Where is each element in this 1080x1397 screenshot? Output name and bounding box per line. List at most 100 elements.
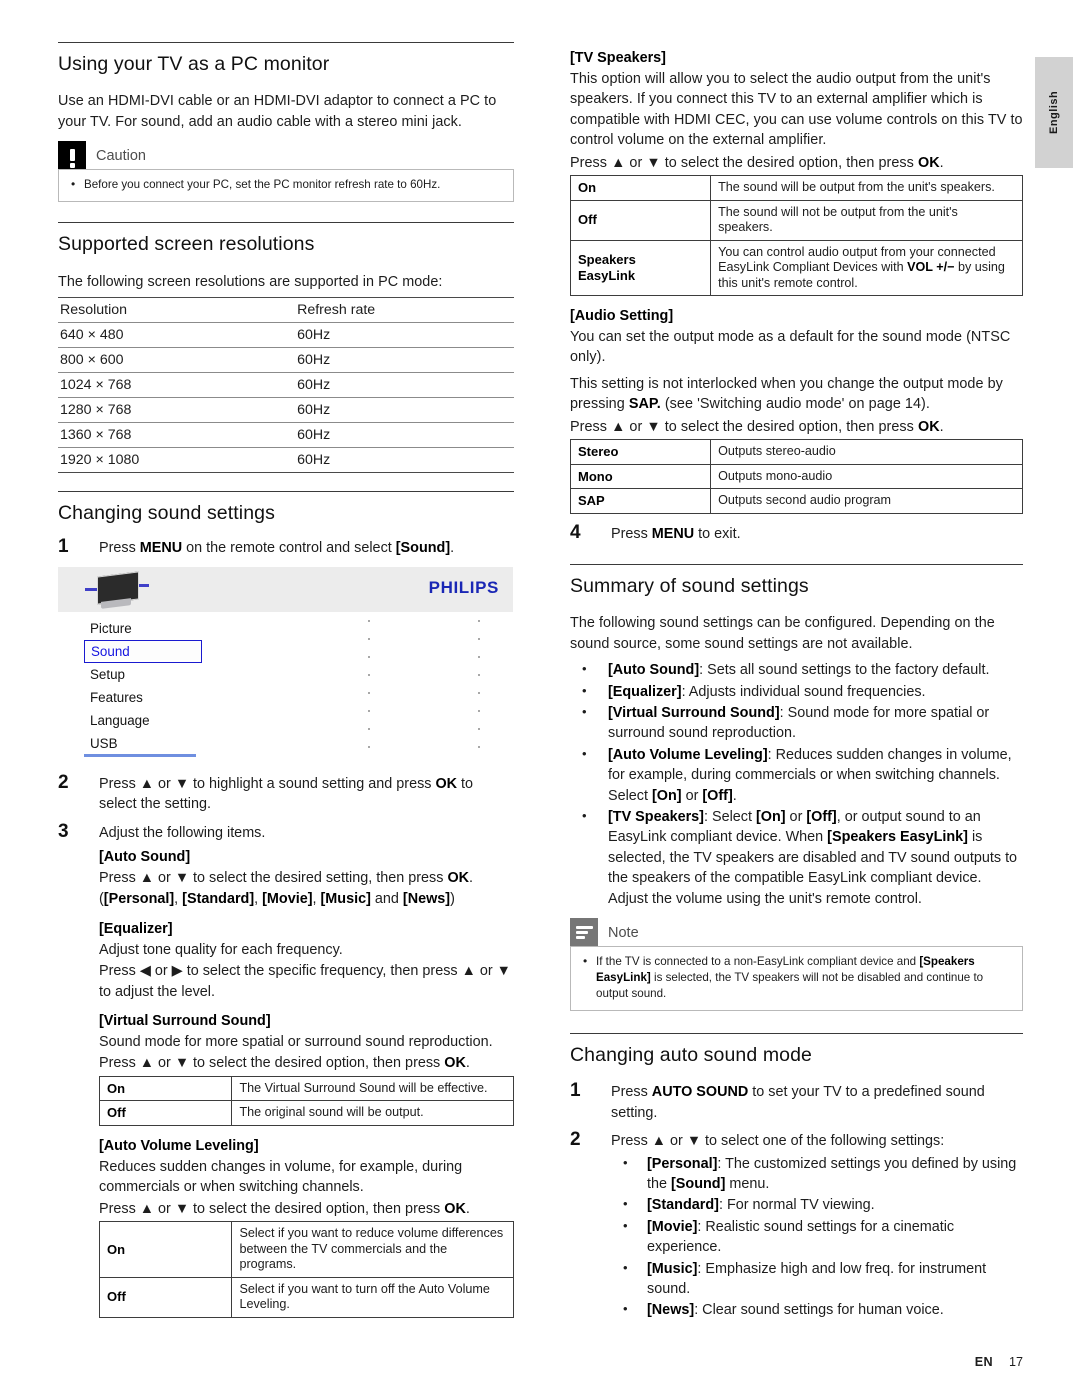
step-2-text: Press ▲ or ▼ to highlight a sound settin… (99, 775, 474, 813)
table-row: 1280 × 768 60Hz (58, 397, 514, 423)
option-key-speakers-easylink: Speakers EasyLink (569, 239, 712, 297)
option-desc: Select if you want to turn off the Auto … (231, 1276, 514, 1318)
cell-resolution: 1280 × 768 (58, 397, 296, 423)
table-header-row: Resolution Refresh rate (58, 296, 514, 323)
list-item: [Virtual Surround Sound]: Sound mode for… (570, 702, 1023, 744)
bullet-term: [Personal] (647, 1155, 718, 1172)
bullet-term: [Auto Volume Leveling] (608, 746, 768, 763)
divider-resolutions (58, 222, 514, 224)
divider-changing-sound (58, 490, 514, 492)
auto-sound-line-2: ([Personal], [Standard], [Movie], [Music… (99, 891, 455, 908)
audio-setting-paragraph-1: You can set the output mode as a default… (570, 329, 1011, 366)
page-footer: EN 17 (0, 1355, 1080, 1369)
table-row: On The Virtual Surround Sound will be eff… (98, 1075, 514, 1102)
language-tab: English (1035, 57, 1073, 168)
cell-refresh-rate: 60Hz (295, 322, 514, 348)
table-row: 640 × 480 60Hz (58, 322, 514, 348)
bullet-term: [Standard] (647, 1197, 719, 1214)
summary-bullet-list: [Auto Sound]: Sets all sound settings to… (570, 659, 1023, 909)
bullet-term: [Auto Sound] (608, 662, 700, 679)
osd-menu-item-sound[interactable]: Sound (84, 639, 202, 663)
list-item: [Equalizer]: Adjusts individual sound fr… (570, 681, 1023, 702)
virtual-surround-line-1: Sound mode for more spatial or surround … (99, 1034, 493, 1050)
auto-mode-step-1-number: 1 (570, 1080, 581, 1102)
avl-line-2: Press ▲ or ▼ to select the desired optio… (99, 1200, 470, 1217)
virtual-surround-line-2: Press ▲ or ▼ to select the desired optio… (99, 1055, 470, 1072)
option-desc: Select if you want to reduce volume diff… (231, 1221, 514, 1278)
auto-mode-step-2-number: 2 (570, 1129, 581, 1151)
heading-resolutions: Supported screen resolutions (58, 233, 315, 256)
note-lines-icon (570, 918, 598, 947)
note-panel: Note If the TV is connected to a non-Eas… (570, 918, 1023, 1012)
table-row: On The sound will be output from the uni… (569, 175, 1023, 201)
osd-menu-list: Picture Sound Setup Features Language USB (84, 617, 202, 755)
table-row: 1024 × 768 60Hz (58, 372, 514, 398)
option-desc-off: The sound will not be output from the un… (710, 199, 1023, 241)
item-label-virtual-surround: [Virtual Surround Sound] (99, 1013, 271, 1029)
osd-menu-item-features[interactable]: Features (84, 686, 202, 709)
caution-item: Before you connect your PC, set the PC m… (69, 176, 503, 193)
option-desc: The Virtual Surround Sound will be effec… (231, 1075, 514, 1102)
audio-setting-press-line: Press ▲ or ▼ to select the desired optio… (570, 418, 944, 435)
exclamation-icon (58, 141, 86, 170)
option-desc: The original sound will be output. (231, 1100, 514, 1126)
divider-summary (570, 563, 1023, 565)
tv-speakers-press-line: Press ▲ or ▼ to select the desired optio… (570, 154, 944, 171)
cell-refresh-rate: 60Hz (295, 397, 514, 423)
step-4-number: 4 (570, 521, 581, 543)
auto-sound-line-1: Press ▲ or ▼ to select the desired setti… (99, 869, 474, 886)
menu-target-sound: [Sound] (395, 540, 451, 557)
avl-line-1: Reduces sudden changes in volume, for ex… (99, 1158, 463, 1196)
audio-setting-paragraph-2: This setting is not interlocked when you… (570, 375, 1003, 413)
paragraph-pc-monitor: Use an HDMI-DVI cable or an HDMI-DVI ada… (58, 93, 497, 130)
caution-body: Before you connect your PC, set the PC m… (58, 169, 514, 203)
table-row: Speakers EasyLink You can control audio o… (569, 239, 1023, 297)
audio-setting-options-table: Stereo Outputs stereo-audio Mono Outputs mo… (569, 439, 1023, 514)
list-item: [Standard]: For normal TV viewing. (611, 1194, 1023, 1215)
equalizer-line-2: Press ◀ or ▶ to select the specific freq… (99, 963, 511, 1000)
heading-summary: Summary of sound settings (570, 574, 809, 597)
list-item: [TV Speakers]: Select [On] or [Off], or … (570, 806, 1023, 909)
key-sap: SAP. (628, 396, 661, 413)
auto-mode-step-1-text: Press AUTO SOUND to set your TV to a pre… (611, 1084, 985, 1121)
item-label-audio-setting: [Audio Setting] (570, 308, 674, 325)
step-2: 2 Press ▲ or ▼ to highlight a sound sett… (58, 771, 514, 815)
table-row: Stereo Outputs stereo-audio (569, 439, 1023, 465)
step-3-text: Adjust the following items. (99, 824, 266, 841)
cell-resolution: 1920 × 1080 (58, 447, 296, 473)
virtual-surround-options-table: On The Virtual Surround Sound will be eff… (98, 1075, 514, 1126)
cell-refresh-rate: 60Hz (295, 372, 514, 398)
heading-changing-sound: Changing sound settings (58, 501, 275, 524)
table-row: Off The original sound will be output. (98, 1100, 514, 1126)
list-item: [Personal]: The customized settings you … (611, 1153, 1023, 1195)
option-key: On (98, 1075, 233, 1102)
table-row: 1920 × 1080 60Hz (58, 447, 514, 473)
step-1: 1 Press MENU on the remote control and s… (58, 536, 514, 558)
bullet-term: [Movie] (647, 1218, 698, 1235)
item-label-tv-speakers: [TV Speakers] (570, 50, 666, 66)
summary-intro: The following sound settings can be conf… (570, 615, 995, 652)
osd-menu-item-language[interactable]: Language (84, 709, 202, 732)
osd-menu-item-usb[interactable]: USB (84, 732, 202, 755)
step-1-number: 1 (58, 536, 69, 558)
key-vol: VOL +/− (907, 260, 955, 275)
footer-page-number: 17 (1008, 1355, 1023, 1369)
cell-resolution: 1360 × 768 (58, 422, 296, 448)
osd-menu-item-setup[interactable]: Setup (84, 663, 202, 686)
cell-resolution: 1024 × 768 (58, 372, 296, 398)
step-2-number: 2 (58, 771, 69, 793)
tv-osd-screenshot: PHILIPS Picture Sound Setup Features Languag… (58, 566, 513, 758)
item-label-auto-sound: [Auto Sound] (99, 848, 191, 865)
auto-mode-step-2: 2 Press ▲ or ▼ to select one of the foll… (570, 1129, 1023, 1151)
item-label-auto-volume-leveling: [Auto Volume Leveling] (99, 1137, 259, 1154)
caution-panel: Caution Before you connect your PC, set … (58, 141, 514, 203)
key-menu: MENU (139, 540, 183, 557)
note-title: Note (608, 925, 639, 942)
osd-menu-item-picture[interactable]: Picture (84, 617, 202, 640)
osd-menu-underline (84, 753, 196, 757)
heading-pc-monitor: Using your TV as a PC monitor (58, 53, 330, 75)
option-desc-speakers-easylink: You can control audio output from your c… (710, 239, 1023, 297)
option-key-on: On (569, 175, 712, 201)
table-row: Mono Outputs mono-audio (569, 463, 1023, 490)
table-row: Off The sound will not be output from th… (569, 199, 1023, 241)
